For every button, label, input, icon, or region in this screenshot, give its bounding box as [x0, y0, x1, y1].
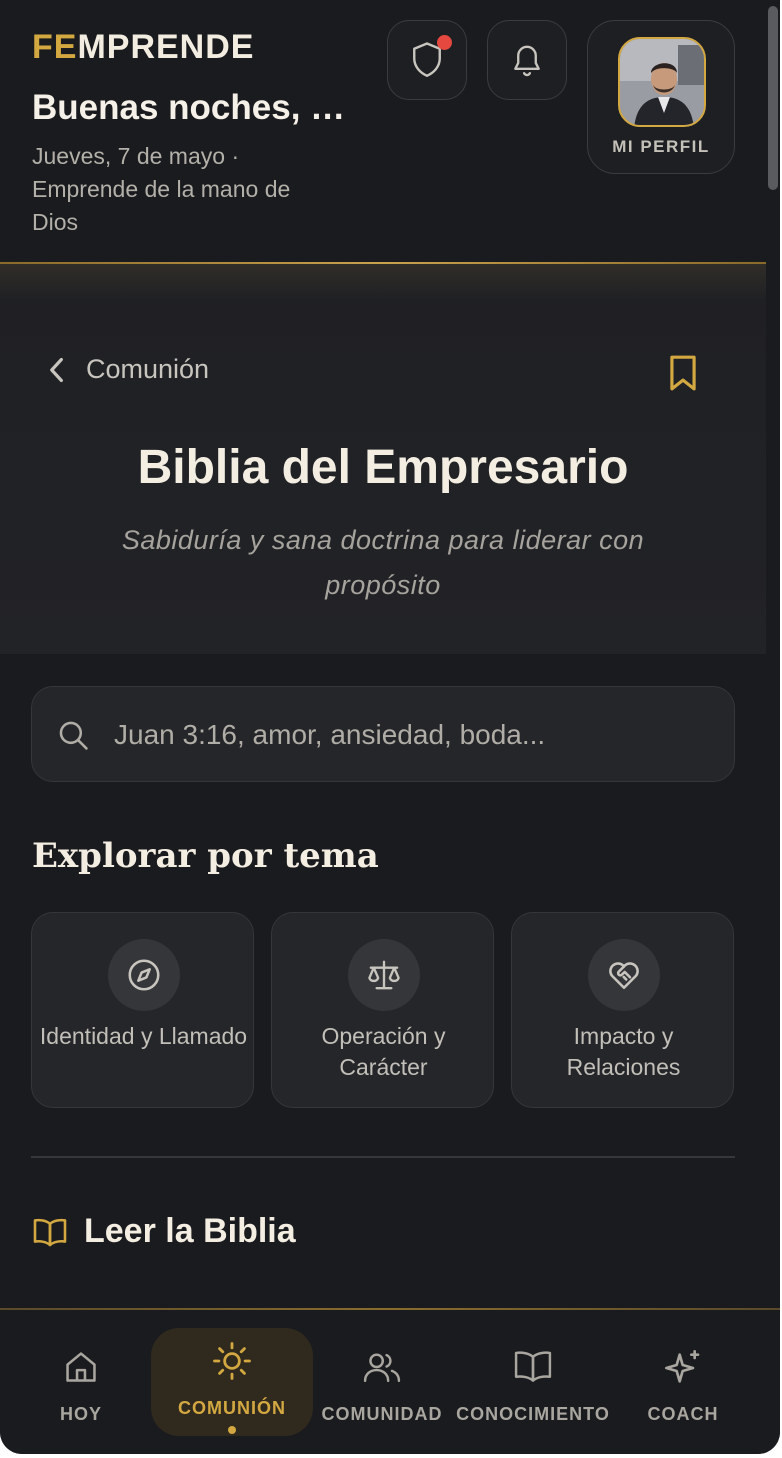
profile-label: MI PERFIL: [612, 137, 710, 156]
nav-label: COMUNIDAD: [321, 1404, 443, 1424]
notification-dot: [437, 35, 452, 50]
topic-label: Identidad y Llamado: [39, 1023, 248, 1049]
book-icon: [514, 1351, 552, 1382]
topic-card-identidad[interactable]: Identidad y Llamado: [31, 912, 254, 1108]
nav-label: CONOCIMIENTO: [456, 1404, 610, 1424]
tagline-text: Emprende de la mano de Dios: [32, 176, 291, 235]
scale-icon: [368, 960, 400, 990]
date-text: Jueves, 7 de mayo ·: [32, 143, 240, 169]
back-label: Comunión: [86, 354, 210, 384]
chevron-left-icon: [50, 357, 63, 382]
search-icon: [59, 721, 88, 750]
nav-label: COACH: [647, 1404, 719, 1424]
app-screen: FEMPRENDE Buenas noches, … Jueves, 7 de …: [0, 0, 780, 1454]
search-input[interactable]: [114, 715, 694, 755]
section-divider: [31, 1156, 735, 1158]
topic-card-impacto[interactable]: Impacto y Relaciones: [511, 912, 734, 1108]
profile-button[interactable]: MI PERFIL: [587, 20, 735, 174]
sun-icon: [213, 1342, 251, 1380]
heart-handshake-icon: [609, 962, 639, 990]
scrollbar[interactable]: [768, 6, 778, 190]
nav-label: COMUNIÓN: [178, 1398, 286, 1418]
topic-card-operacion[interactable]: Operación y Carácter: [271, 912, 494, 1108]
greeting-text: Buenas noches, …: [32, 88, 346, 127]
page-title: Biblia del Empresario: [137, 441, 629, 494]
explore-title: Explorar por tema: [32, 836, 379, 876]
nav-item-comunion[interactable]: COMUNIÓN: [151, 1328, 313, 1436]
nav-label: HOY: [59, 1404, 102, 1424]
compass-icon: [128, 959, 160, 991]
avatar: [618, 37, 706, 127]
bookmark-icon: [670, 355, 696, 391]
back-button[interactable]: Comunión: [46, 354, 209, 385]
bottom-nav: HOY COMUNIÓN COMUNIDAD CONOCIMIENTO COAC…: [0, 1308, 780, 1454]
notifications-button[interactable]: [487, 20, 567, 100]
nav-item-hoy[interactable]: HOY: [30, 1328, 132, 1436]
security-button[interactable]: [387, 20, 467, 100]
bookmark-button[interactable]: [664, 352, 702, 399]
page-subtitle: Sabiduría y sana doctrina para liderar c…: [121, 525, 645, 600]
search-box[interactable]: [31, 686, 735, 782]
nav-divider: [0, 1308, 780, 1310]
app-header: FEMPRENDE Buenas noches, … Jueves, 7 de …: [0, 0, 766, 262]
open-book-icon: [33, 1218, 67, 1246]
topic-label: Operación y Carácter: [321, 1023, 446, 1080]
topic-label: Impacto y Relaciones: [566, 1023, 681, 1080]
read-bible-link[interactable]: Leer la Biblia: [32, 1212, 296, 1251]
bell-icon: [514, 45, 540, 77]
sparkles-icon: [665, 1350, 700, 1383]
nav-item-comunidad[interactable]: COMUNIDAD: [318, 1328, 446, 1436]
nav-item-coach[interactable]: COACH: [632, 1328, 734, 1436]
nav-item-conocimiento[interactable]: CONOCIMIENTO: [452, 1328, 614, 1436]
home-icon: [66, 1352, 96, 1382]
users-icon: [363, 1353, 401, 1383]
read-bible-label: Leer la Biblia: [84, 1212, 296, 1250]
date-tagline: Jueves, 7 de mayo · Emprende de la mano …: [32, 140, 342, 239]
active-indicator: [228, 1426, 236, 1434]
app-logo: FEMPRENDE: [32, 28, 255, 66]
